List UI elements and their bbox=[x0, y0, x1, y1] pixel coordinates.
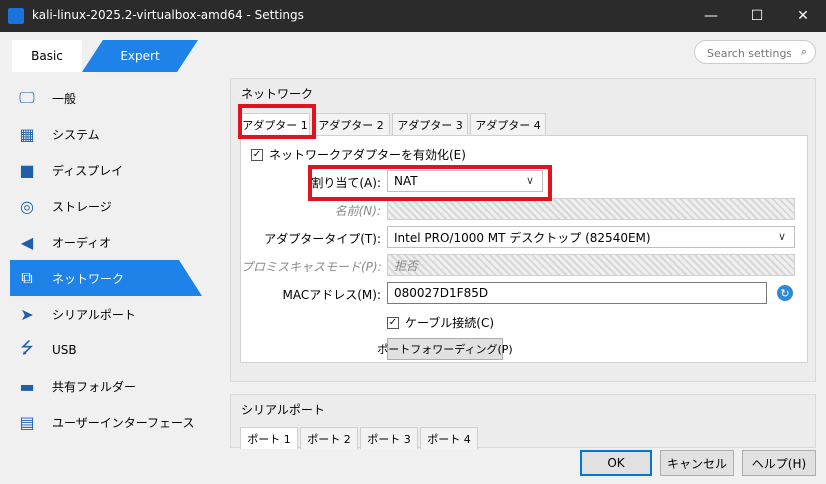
title-bar: kali-linux-2025.2-virtualbox-amd64 - Set… bbox=[0, 0, 826, 32]
enable-adapter-label: ネットワークアダプターを有効化(E) bbox=[269, 148, 466, 162]
sidebar-item-label: 一般 bbox=[52, 91, 77, 106]
tab-port-1[interactable]: ポート 1 bbox=[240, 427, 298, 449]
maximize-button[interactable]: ☐ bbox=[734, 0, 780, 32]
search-icon[interactable]: ⌕ bbox=[801, 45, 807, 59]
attached-to-select[interactable]: NAT ∨ bbox=[387, 170, 543, 192]
serial-port-icon: ➤ bbox=[20, 304, 34, 324]
expert-mode-button[interactable]: Expert bbox=[82, 40, 198, 72]
checkbox-check-icon: ✓ bbox=[387, 316, 399, 329]
ok-button[interactable]: OK bbox=[580, 450, 652, 476]
network-group-title: ネットワーク bbox=[241, 87, 314, 101]
promiscuous-field: 拒否 bbox=[387, 254, 795, 276]
sidebar-item-display[interactable]: ■ ディスプレイ bbox=[10, 152, 202, 188]
sidebar-item-label: 共有フォルダー bbox=[52, 379, 137, 394]
sidebar-item-label: オーディオ bbox=[52, 235, 112, 250]
basic-mode-button[interactable]: Basic bbox=[12, 40, 82, 72]
search-box: ⌕ bbox=[694, 40, 816, 64]
chevron-down-icon: ∨ bbox=[777, 230, 786, 243]
mac-address-input[interactable] bbox=[387, 282, 767, 304]
port-forwarding-button[interactable]: ポートフォワーディング(P) bbox=[377, 338, 513, 360]
virtualbox-app-icon bbox=[8, 8, 24, 24]
help-button[interactable]: ヘルプ(H) bbox=[742, 450, 816, 476]
sidebar-item-serial-port[interactable]: ➤ シリアルポート bbox=[10, 296, 202, 332]
sidebar-item-label: ディスプレイ bbox=[52, 163, 124, 178]
speaker-icon: ◀ bbox=[20, 232, 34, 252]
cable-connected-checkbox[interactable]: ✓ ケーブル接続(C) bbox=[387, 314, 494, 331]
adapter-type-label: アダプタータイプ(T): bbox=[264, 232, 381, 246]
attached-to-value: NAT bbox=[394, 174, 418, 188]
attached-to-label: 割り当て(A): bbox=[311, 176, 381, 190]
usb-icon: ⭍ bbox=[20, 337, 34, 357]
cable-connected-label: ケーブル接続(C) bbox=[405, 316, 495, 330]
tab-port-3[interactable]: ポート 3 bbox=[360, 427, 418, 449]
sidebar-item-network[interactable]: ⧉ ネットワーク bbox=[10, 260, 202, 296]
search-input[interactable] bbox=[705, 44, 793, 62]
network-icon: ⧉ bbox=[21, 268, 33, 287]
refresh-icon[interactable]: ↻ bbox=[777, 285, 793, 301]
sidebar-item-user-interface[interactable]: ▤ ユーザーインターフェース bbox=[10, 404, 202, 440]
cancel-button[interactable]: キャンセル bbox=[660, 450, 734, 476]
tab-adapter-3[interactable]: アダプター 3 bbox=[392, 113, 468, 135]
sidebar-item-label: USB bbox=[52, 343, 77, 357]
window-title: kali-linux-2025.2-virtualbox-amd64 - Set… bbox=[32, 8, 304, 22]
sidebar-item-system[interactable]: ▦ システム bbox=[10, 116, 202, 152]
tab-adapter-1[interactable]: アダプター 1 bbox=[240, 113, 310, 135]
tab-port-4[interactable]: ポート 4 bbox=[420, 427, 478, 449]
chip-icon: ▦ bbox=[19, 124, 35, 144]
sidebar-item-label: システム bbox=[52, 127, 100, 142]
mode-switch: Basic Expert bbox=[12, 40, 198, 72]
sidebar-item-label: ユーザーインターフェース bbox=[52, 415, 195, 430]
sidebar-item-label: ストレージ bbox=[52, 199, 112, 214]
checkbox-check-icon: ✓ bbox=[251, 148, 263, 161]
sidebar-item-storage[interactable]: ◎ ストレージ bbox=[10, 188, 202, 224]
serial-port-group-title: シリアルポート bbox=[241, 403, 325, 417]
sidebar-item-shared-folders[interactable]: ▬ 共有フォルダー bbox=[10, 368, 202, 404]
tab-adapter-2[interactable]: アダプター 2 bbox=[312, 113, 390, 135]
network-group: ネットワーク アダプター 1 アダプター 2 アダプター 3 アダプター 4 ✓… bbox=[230, 78, 816, 382]
name-field bbox=[387, 198, 795, 220]
monitor-icon: 🖵 bbox=[19, 88, 35, 107]
sidebar-item-usb[interactable]: ⭍ USB bbox=[10, 332, 202, 368]
folder-icon: ▬ bbox=[19, 376, 35, 396]
promiscuous-label: プロミスキャスモード(P): bbox=[241, 260, 382, 274]
adapter-type-select[interactable]: Intel PRO/1000 MT デスクトップ (82540EM) ∨ bbox=[387, 226, 795, 248]
disk-icon: ◎ bbox=[20, 196, 34, 216]
tab-adapter-4[interactable]: アダプター 4 bbox=[470, 113, 546, 135]
sidebar-item-audio[interactable]: ◀ オーディオ bbox=[10, 224, 202, 260]
minimize-button[interactable]: — bbox=[688, 0, 734, 32]
mac-label: MACアドレス(M): bbox=[282, 288, 382, 302]
enable-adapter-checkbox[interactable]: ✓ ネットワークアダプターを有効化(E) bbox=[251, 146, 466, 163]
adapter-type-value: Intel PRO/1000 MT デスクトップ (82540EM) bbox=[394, 230, 651, 245]
sidebar-item-label: ネットワーク bbox=[52, 271, 125, 286]
sidebar-item-general[interactable]: 🖵 一般 bbox=[10, 80, 202, 116]
serial-port-group: シリアルポート ポート 1 ポート 2 ポート 3 ポート 4 bbox=[230, 394, 816, 449]
tab-port-2[interactable]: ポート 2 bbox=[300, 427, 358, 449]
sidebar-item-label: シリアルポート bbox=[52, 307, 136, 322]
ui-window-icon: ▤ bbox=[19, 412, 35, 432]
chevron-down-icon: ∨ bbox=[525, 174, 534, 187]
close-button[interactable]: ✕ bbox=[780, 0, 826, 32]
display-icon: ■ bbox=[19, 160, 35, 180]
name-label: 名前(N): bbox=[334, 204, 381, 218]
adapter-panel: ✓ ネットワークアダプターを有効化(E) 割り当て(A): NAT ∨ 名前(N… bbox=[240, 135, 808, 363]
settings-sidebar: 🖵 一般 ▦ システム ■ ディスプレイ ◎ ストレージ ◀ オーディオ ⧉ ネ… bbox=[10, 80, 202, 440]
